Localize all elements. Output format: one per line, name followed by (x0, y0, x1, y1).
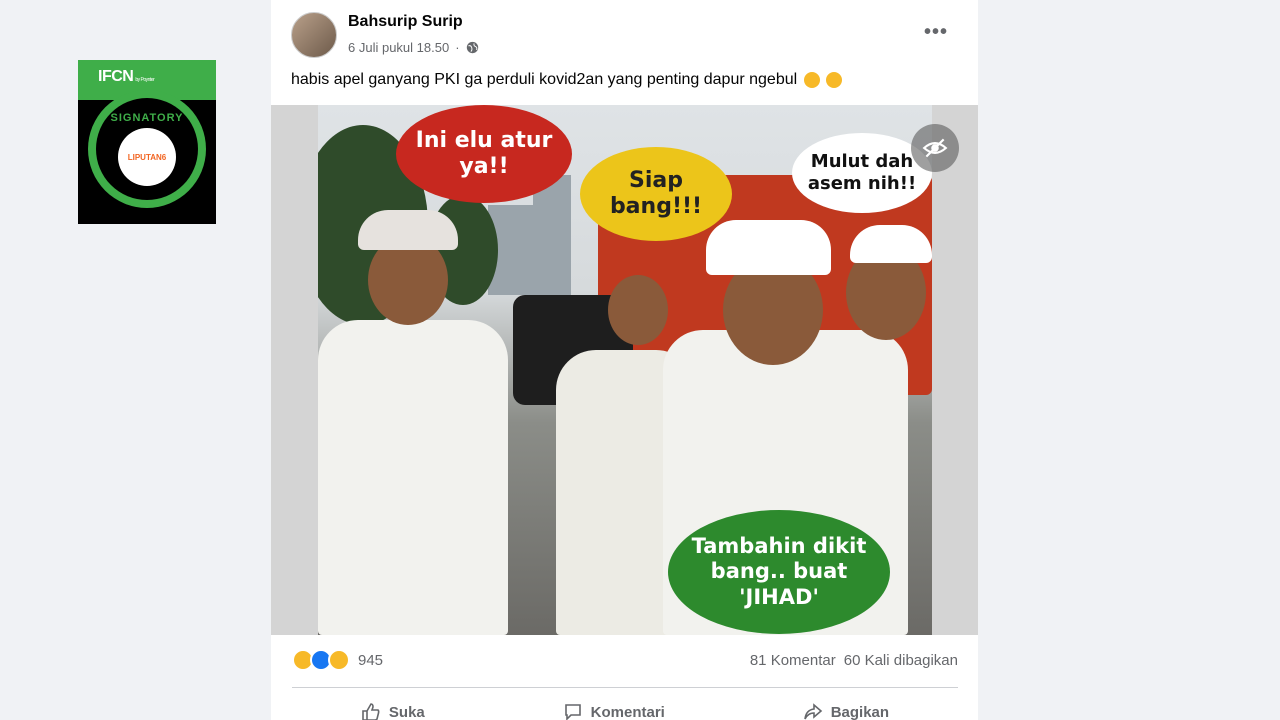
speech-bubble-red: Ini elu atur ya!! (396, 105, 572, 203)
reactions-summary[interactable]: 945 (292, 649, 383, 671)
liputan6-logo: LIPUTAN6 (118, 128, 176, 186)
divider (292, 687, 958, 688)
ifcn-logo: IFCN by Poynter (98, 68, 155, 85)
post-text: habis apel ganyang PKI ga perduli kovid2… (291, 71, 843, 89)
like-button[interactable]: Suka (361, 698, 425, 720)
shares-count[interactable]: 60 Kali dibagikan (844, 652, 958, 669)
post-image[interactable]: Ini elu atur ya!! Siap bang!!! Mulut dah… (318, 105, 932, 635)
comment-button[interactable]: Komentari (563, 698, 665, 720)
share-icon (803, 703, 822, 720)
post-meta: 6 Juli pukul 18.50 · (348, 40, 479, 55)
post-actions: Suka Komentari Bagikan (292, 698, 958, 720)
more-options-icon[interactable]: ••• (924, 22, 948, 42)
post-timestamp[interactable]: 6 Juli pukul 18.50 (348, 40, 449, 55)
engagement-stats: 81 Komentar 60 Kali dibagikan (750, 652, 958, 669)
speech-bubble-yellow: Siap bang!!! (580, 147, 732, 241)
badge-seal: SIGNATORY LIPUTAN6 (88, 90, 206, 208)
globe-icon (466, 41, 478, 54)
post-image-container[interactable]: Ini elu atur ya!! Siap bang!!! Mulut dah… (271, 105, 978, 635)
wow-reaction-icon (328, 649, 350, 671)
reaction-count[interactable]: 945 (358, 652, 383, 669)
comments-count[interactable]: 81 Komentar (750, 652, 836, 669)
ifcn-signatory-badge: IFCN by Poynter SIGNATORY LIPUTAN6 (78, 60, 216, 224)
thumbs-up-icon (362, 703, 380, 720)
grimacing-emoji-icon (803, 71, 820, 88)
avatar[interactable] (291, 12, 337, 58)
speech-bubble-green: Tambahin dikit bang.. buat 'JIHAD' (668, 510, 890, 634)
eye-icon[interactable] (911, 124, 959, 172)
share-button[interactable]: Bagikan (803, 698, 889, 720)
comment-icon (564, 704, 581, 720)
post-author[interactable]: Bahsurip Surip (348, 13, 463, 31)
badge-ring-text: SIGNATORY (110, 112, 184, 124)
post-card: Bahsurip Surip 6 Juli pukul 18.50 · ••• … (271, 0, 978, 720)
grimacing-emoji-icon (826, 71, 843, 88)
